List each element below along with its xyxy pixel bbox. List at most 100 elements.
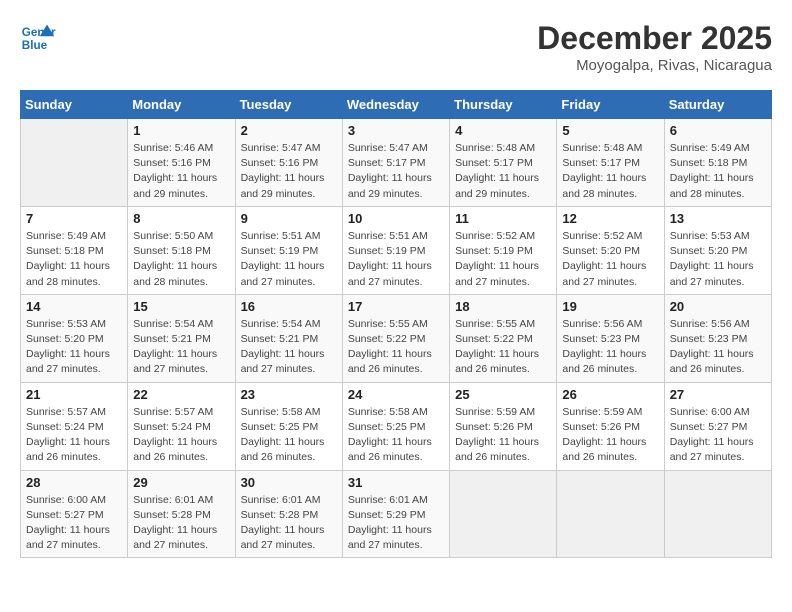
calendar-cell: 12 Sunrise: 5:52 AM Sunset: 5:20 PM Dayli… bbox=[557, 206, 664, 294]
day-number: 3 bbox=[348, 123, 444, 138]
day-info: Sunrise: 5:51 AM Sunset: 5:19 PM Dayligh… bbox=[348, 229, 444, 290]
calendar-cell: 17Sunrise: 5:55 AM Sunset: 5:22 PM Dayli… bbox=[342, 294, 449, 382]
day-number: 15 bbox=[133, 299, 229, 314]
calendar-week-row: 14 Sunrise: 5:53 AM Sunset: 5:20 PM Dayli… bbox=[21, 294, 772, 382]
day-number: 2 bbox=[241, 123, 337, 138]
day-number: 22 bbox=[133, 387, 229, 402]
calendar-header-tuesday: Tuesday bbox=[235, 91, 342, 119]
day-info: Sunrise: 5:48 AM Sunset: 5:17 PM Dayligh… bbox=[562, 141, 658, 202]
calendar-cell: 10 Sunrise: 5:51 AM Sunset: 5:19 PM Dayli… bbox=[342, 206, 449, 294]
calendar-cell: 11Sunrise: 5:52 AM Sunset: 5:19 PM Dayli… bbox=[450, 206, 557, 294]
day-info: Sunrise: 5:53 AM Sunset: 5:20 PM Dayligh… bbox=[670, 229, 766, 290]
calendar-week-row: 7 Sunrise: 5:49 AM Sunset: 5:18 PM Daylig… bbox=[21, 206, 772, 294]
day-info: Sunrise: 5:58 AM Sunset: 5:25 PM Dayligh… bbox=[241, 405, 337, 466]
calendar-header-monday: Monday bbox=[128, 91, 235, 119]
day-info: Sunrise: 5:47 AM Sunset: 5:17 PM Dayligh… bbox=[348, 141, 444, 202]
calendar-cell: 4Sunrise: 5:48 AM Sunset: 5:17 PM Daylig… bbox=[450, 119, 557, 207]
calendar-cell: 28Sunrise: 6:00 AM Sunset: 5:27 PM Dayli… bbox=[21, 470, 128, 558]
calendar-week-row: 21 Sunrise: 5:57 AM Sunset: 5:24 PM Dayli… bbox=[21, 382, 772, 470]
calendar-header-thursday: Thursday bbox=[450, 91, 557, 119]
calendar-cell: 26 Sunrise: 5:59 AM Sunset: 5:26 PM Dayli… bbox=[557, 382, 664, 470]
day-number: 8 bbox=[133, 211, 229, 226]
calendar-header-saturday: Saturday bbox=[664, 91, 771, 119]
day-number: 26 bbox=[562, 387, 658, 402]
day-number: 21 bbox=[26, 387, 122, 402]
day-info: Sunrise: 5:49 AM Sunset: 5:18 PM Dayligh… bbox=[26, 229, 122, 290]
calendar-cell: 13Sunrise: 5:53 AM Sunset: 5:20 PM Dayli… bbox=[664, 206, 771, 294]
calendar-cell: 20 Sunrise: 5:56 AM Sunset: 5:23 PM Dayli… bbox=[664, 294, 771, 382]
calendar-body: 1 Sunrise: 5:46 AM Sunset: 5:16 PM Daylig… bbox=[21, 119, 772, 558]
day-info: Sunrise: 6:01 AM Sunset: 5:28 PM Dayligh… bbox=[241, 493, 337, 554]
day-number: 24 bbox=[348, 387, 444, 402]
day-number: 6 bbox=[670, 123, 766, 138]
calendar-cell: 29Sunrise: 6:01 AM Sunset: 5:28 PM Dayli… bbox=[128, 470, 235, 558]
calendar-cell: 15 Sunrise: 5:54 AM Sunset: 5:21 PM Dayli… bbox=[128, 294, 235, 382]
day-info: Sunrise: 5:55 AM Sunset: 5:22 PM Dayligh… bbox=[348, 317, 444, 378]
calendar-cell: 1 Sunrise: 5:46 AM Sunset: 5:16 PM Daylig… bbox=[128, 119, 235, 207]
header: General Blue December 2025 Moyogalpa, Ri… bbox=[20, 20, 772, 74]
day-info: Sunrise: 6:01 AM Sunset: 5:28 PM Dayligh… bbox=[133, 493, 229, 554]
calendar-cell: 14 Sunrise: 5:53 AM Sunset: 5:20 PM Dayli… bbox=[21, 294, 128, 382]
calendar-cell bbox=[557, 470, 664, 558]
day-info: Sunrise: 5:46 AM Sunset: 5:16 PM Dayligh… bbox=[133, 141, 229, 202]
day-info: Sunrise: 5:56 AM Sunset: 5:23 PM Dayligh… bbox=[562, 317, 658, 378]
day-info: Sunrise: 5:51 AM Sunset: 5:19 PM Dayligh… bbox=[241, 229, 337, 290]
day-number: 31 bbox=[348, 475, 444, 490]
calendar-cell: 16Sunrise: 5:54 AM Sunset: 5:21 PM Dayli… bbox=[235, 294, 342, 382]
calendar-cell bbox=[664, 470, 771, 558]
day-info: Sunrise: 5:53 AM Sunset: 5:20 PM Dayligh… bbox=[26, 317, 122, 378]
calendar-cell bbox=[450, 470, 557, 558]
calendar-cell: 31 Sunrise: 6:01 AM Sunset: 5:29 PM Dayli… bbox=[342, 470, 449, 558]
day-info: Sunrise: 5:58 AM Sunset: 5:25 PM Dayligh… bbox=[348, 405, 444, 466]
calendar-cell: 5 Sunrise: 5:48 AM Sunset: 5:17 PM Daylig… bbox=[557, 119, 664, 207]
calendar-header-sunday: Sunday bbox=[21, 91, 128, 119]
day-info: Sunrise: 5:56 AM Sunset: 5:23 PM Dayligh… bbox=[670, 317, 766, 378]
calendar-cell: 30 Sunrise: 6:01 AM Sunset: 5:28 PM Dayli… bbox=[235, 470, 342, 558]
calendar-cell: 27 Sunrise: 6:00 AM Sunset: 5:27 PM Dayli… bbox=[664, 382, 771, 470]
day-info: Sunrise: 6:00 AM Sunset: 5:27 PM Dayligh… bbox=[670, 405, 766, 466]
calendar-cell: 2 Sunrise: 5:47 AM Sunset: 5:16 PM Daylig… bbox=[235, 119, 342, 207]
calendar-cell: 24 Sunrise: 5:58 AM Sunset: 5:25 PM Dayli… bbox=[342, 382, 449, 470]
calendar-cell: 25 Sunrise: 5:59 AM Sunset: 5:26 PM Dayli… bbox=[450, 382, 557, 470]
day-number: 14 bbox=[26, 299, 122, 314]
calendar-header-row: SundayMondayTuesdayWednesdayThursdayFrid… bbox=[21, 91, 772, 119]
day-number: 19 bbox=[562, 299, 658, 314]
day-info: Sunrise: 5:48 AM Sunset: 5:17 PM Dayligh… bbox=[455, 141, 551, 202]
day-info: Sunrise: 6:00 AM Sunset: 5:27 PM Dayligh… bbox=[26, 493, 122, 554]
day-number: 27 bbox=[670, 387, 766, 402]
day-info: Sunrise: 6:01 AM Sunset: 5:29 PM Dayligh… bbox=[348, 493, 444, 554]
calendar-cell: 18 Sunrise: 5:55 AM Sunset: 5:22 PM Dayli… bbox=[450, 294, 557, 382]
calendar-cell: 19 Sunrise: 5:56 AM Sunset: 5:23 PM Dayli… bbox=[557, 294, 664, 382]
calendar-week-row: 1 Sunrise: 5:46 AM Sunset: 5:16 PM Daylig… bbox=[21, 119, 772, 207]
day-info: Sunrise: 5:55 AM Sunset: 5:22 PM Dayligh… bbox=[455, 317, 551, 378]
day-number: 30 bbox=[241, 475, 337, 490]
day-info: Sunrise: 5:57 AM Sunset: 5:24 PM Dayligh… bbox=[133, 405, 229, 466]
day-number: 20 bbox=[670, 299, 766, 314]
day-info: Sunrise: 5:54 AM Sunset: 5:21 PM Dayligh… bbox=[133, 317, 229, 378]
logo-icon: General Blue bbox=[20, 20, 56, 56]
day-info: Sunrise: 5:50 AM Sunset: 5:18 PM Dayligh… bbox=[133, 229, 229, 290]
day-number: 1 bbox=[133, 123, 229, 138]
day-number: 7 bbox=[26, 211, 122, 226]
calendar-cell bbox=[21, 119, 128, 207]
day-info: Sunrise: 5:59 AM Sunset: 5:26 PM Dayligh… bbox=[562, 405, 658, 466]
calendar-cell: 6 Sunrise: 5:49 AM Sunset: 5:18 PM Daylig… bbox=[664, 119, 771, 207]
day-number: 25 bbox=[455, 387, 551, 402]
day-number: 12 bbox=[562, 211, 658, 226]
day-number: 18 bbox=[455, 299, 551, 314]
day-info: Sunrise: 5:47 AM Sunset: 5:16 PM Dayligh… bbox=[241, 141, 337, 202]
calendar-header-friday: Friday bbox=[557, 91, 664, 119]
day-info: Sunrise: 5:49 AM Sunset: 5:18 PM Dayligh… bbox=[670, 141, 766, 202]
location: Moyogalpa, Rivas, Nicaragua bbox=[537, 57, 772, 74]
month-year: December 2025 bbox=[537, 20, 772, 57]
calendar-header-wednesday: Wednesday bbox=[342, 91, 449, 119]
day-number: 16 bbox=[241, 299, 337, 314]
calendar-cell: 22 Sunrise: 5:57 AM Sunset: 5:24 PM Dayli… bbox=[128, 382, 235, 470]
calendar-cell: 9Sunrise: 5:51 AM Sunset: 5:19 PM Daylig… bbox=[235, 206, 342, 294]
svg-text:Blue: Blue bbox=[22, 39, 48, 52]
day-number: 10 bbox=[348, 211, 444, 226]
calendar-cell: 8 Sunrise: 5:50 AM Sunset: 5:18 PM Daylig… bbox=[128, 206, 235, 294]
day-info: Sunrise: 5:59 AM Sunset: 5:26 PM Dayligh… bbox=[455, 405, 551, 466]
day-number: 5 bbox=[562, 123, 658, 138]
day-info: Sunrise: 5:52 AM Sunset: 5:20 PM Dayligh… bbox=[562, 229, 658, 290]
